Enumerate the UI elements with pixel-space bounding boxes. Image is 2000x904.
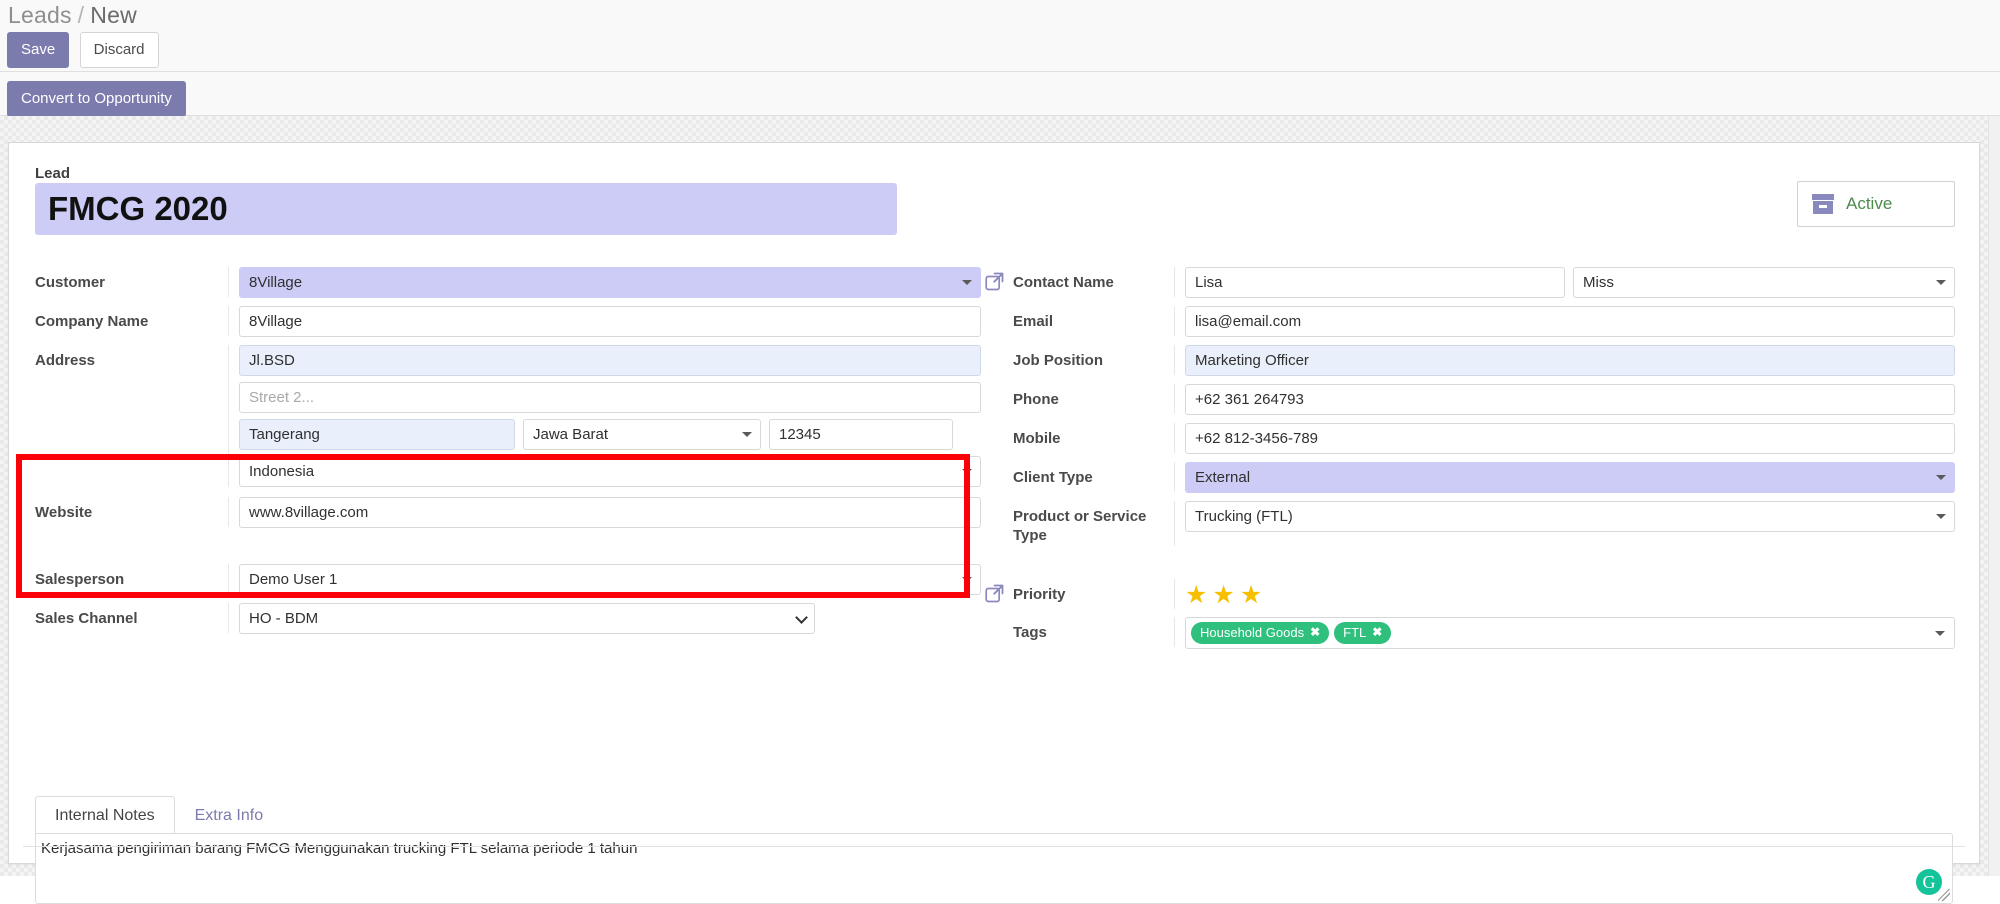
contact-title-select[interactable]	[1573, 267, 1955, 298]
field-phone: Phone	[985, 384, 1955, 415]
address-country-row	[239, 456, 981, 487]
priority-label-text: Priority	[1013, 585, 1066, 603]
label-tags: Tags	[985, 616, 1175, 647]
external-link-icon[interactable]	[985, 584, 1004, 603]
active-label: Active	[1846, 194, 1893, 213]
website-input[interactable]	[239, 497, 981, 528]
label-company-name: Company Name	[35, 306, 229, 336]
label-website: Website	[35, 497, 229, 527]
archive-box-icon	[1812, 194, 1834, 214]
customer-input[interactable]	[239, 267, 981, 298]
breadcrumb: Leads / New	[8, 2, 137, 29]
salesperson-input[interactable]	[239, 564, 981, 595]
statusbar: Convert to Opportunity	[0, 72, 2000, 117]
field-priority: Priority ★ ★ ★	[985, 578, 1955, 609]
breadcrumb-root[interactable]: Leads	[8, 2, 72, 28]
field-salesperson: Salesperson	[35, 564, 981, 595]
field-tags: Tags Household Goods ✖ FTL ✖	[985, 616, 1955, 649]
notebook-tabs: Internal Notes Extra Info	[35, 795, 1953, 834]
field-website: Website	[35, 497, 981, 528]
email-input[interactable]	[1185, 306, 1955, 337]
label-email: Email	[985, 306, 1175, 336]
field-company-name: Company Name	[35, 306, 981, 337]
tag-label: Household Goods	[1200, 624, 1305, 640]
label-priority: Priority	[985, 578, 1175, 609]
convert-to-opportunity-button[interactable]: Convert to Opportunity	[7, 81, 186, 117]
star-icon[interactable]: ★	[1185, 582, 1207, 608]
field-product-type: Product or Service Type	[985, 501, 1955, 546]
active-toggle-button[interactable]: Active	[1797, 181, 1955, 227]
label-customer: Customer	[35, 267, 229, 297]
sales-channel-select[interactable]	[239, 603, 815, 634]
field-email: Email	[985, 306, 1955, 337]
field-address: Address	[35, 345, 981, 487]
field-sales-channel: Sales Channel	[35, 603, 981, 634]
tag-label: FTL	[1343, 624, 1367, 640]
label-contact-name: Contact Name	[985, 267, 1175, 297]
external-link-icon[interactable]	[985, 272, 1004, 291]
chevron-down-icon	[1935, 630, 1945, 636]
label-job-position: Job Position	[985, 345, 1175, 375]
lead-field-label: Lead	[35, 165, 71, 182]
address-zip-input[interactable]	[769, 419, 953, 450]
tab-extra-info[interactable]: Extra Info	[175, 796, 283, 834]
remove-tag-icon[interactable]: ✖	[1310, 625, 1320, 639]
sheet-divider	[23, 846, 1965, 847]
address-country-input[interactable]	[239, 456, 981, 487]
mobile-input[interactable]	[1185, 423, 1955, 454]
address-street-input[interactable]	[239, 345, 981, 376]
label-product-type: Product or Service Type	[985, 501, 1175, 546]
contact-name-label-text: Contact Name	[1013, 274, 1114, 291]
vertical-scrollbar[interactable]	[1988, 116, 2000, 876]
address-state-input[interactable]	[523, 419, 761, 450]
field-job-position: Job Position	[985, 345, 1955, 376]
discard-button[interactable]: Discard	[79, 32, 159, 68]
contact-name-input[interactable]	[1185, 267, 1565, 298]
address-street2-row	[239, 382, 981, 413]
notebook: Internal Notes Extra Info Kerjasama peng…	[35, 795, 1953, 904]
control-panel-buttons: Save Discard	[7, 32, 159, 68]
field-mobile: Mobile	[985, 423, 1955, 454]
remove-tag-icon[interactable]: ✖	[1372, 625, 1382, 639]
save-button[interactable]: Save	[7, 32, 70, 68]
sheet-background: Lead Active Customer Comp	[0, 116, 2000, 904]
address-street-row	[239, 345, 981, 376]
label-sales-channel: Sales Channel	[35, 603, 229, 633]
resize-handle-icon[interactable]	[1938, 889, 1950, 901]
product-type-select[interactable]	[1185, 501, 1955, 532]
tag-chip[interactable]: FTL ✖	[1334, 621, 1392, 644]
lead-title-input[interactable]	[35, 183, 897, 235]
form-sheet: Lead Active Customer Comp	[8, 142, 1980, 904]
address-city-input[interactable]	[239, 419, 515, 450]
field-contact-name: Contact Name	[985, 267, 1955, 298]
label-mobile: Mobile	[985, 423, 1175, 453]
field-client-type: Client Type	[985, 462, 1955, 493]
field-customer: Customer	[35, 267, 981, 298]
priority-stars[interactable]: ★ ★ ★	[1185, 579, 1262, 608]
label-client-type: Client Type	[985, 462, 1175, 492]
tab-internal-notes[interactable]: Internal Notes	[35, 796, 175, 834]
client-type-select[interactable]	[1185, 462, 1955, 493]
tag-chip[interactable]: Household Goods ✖	[1191, 621, 1330, 644]
label-address: Address	[35, 345, 229, 487]
right-column: Contact Name Email Job Po	[985, 267, 1955, 657]
label-salesperson: Salesperson	[35, 564, 229, 594]
breadcrumb-separator: /	[77, 2, 85, 28]
star-icon[interactable]: ★	[1240, 582, 1262, 608]
tags-input[interactable]: Household Goods ✖ FTL ✖	[1185, 616, 1955, 649]
control-panel: Leads / New Save Discard	[0, 0, 2000, 72]
job-position-input[interactable]	[1185, 345, 1955, 376]
label-phone: Phone	[985, 384, 1175, 414]
breadcrumb-current: New	[90, 2, 137, 28]
address-street2-input[interactable]	[239, 382, 981, 413]
star-icon[interactable]: ★	[1212, 582, 1234, 608]
left-column: Customer Company Name Address	[35, 267, 981, 642]
internal-notes-text: Kerjasama pengiriman barang FMCG Menggun…	[41, 840, 638, 857]
phone-input[interactable]	[1185, 384, 1955, 415]
company-name-input[interactable]	[239, 306, 981, 337]
address-city-state-zip-row	[239, 419, 981, 450]
internal-notes-textarea[interactable]: Kerjasama pengiriman barang FMCG Menggun…	[35, 833, 1953, 904]
